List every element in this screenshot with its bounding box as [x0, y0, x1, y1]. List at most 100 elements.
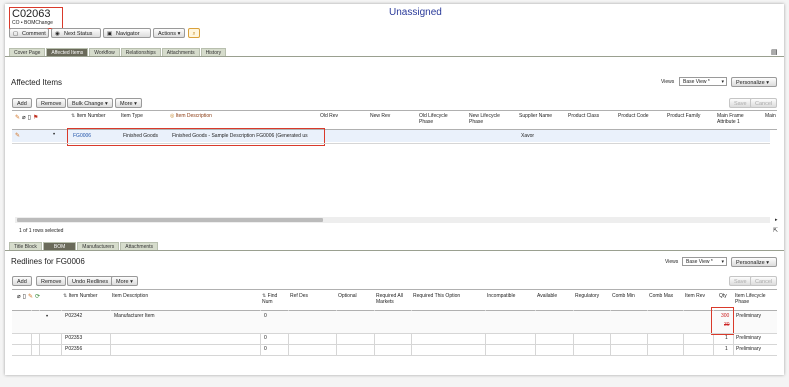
cancel-button-bottom[interactable]: Cancel: [750, 276, 778, 286]
app-window: C02063 CO • BOMChange Unassigned ▢ Comme…: [5, 4, 784, 375]
col-required-this-option[interactable]: Required This Option: [411, 292, 485, 300]
more-button[interactable]: More ▾: [115, 98, 142, 108]
flag-icon: ⚑: [32, 115, 41, 121]
search-button[interactable]: ⌕: [188, 28, 200, 38]
object-tabs: Cover Page Affected Items Workflow Relat…: [9, 48, 227, 57]
table-row[interactable]: [12, 334, 777, 344]
col-bom-item-number[interactable]: ⇅ Item Number: [61, 292, 111, 300]
item-description-cell: Finished Goods - Sample Description FG00…: [172, 133, 308, 139]
tab-divider: [5, 56, 784, 57]
save-button[interactable]: Save: [729, 98, 752, 108]
views-label: Views: [661, 79, 675, 85]
row-border: [12, 355, 777, 356]
col-optional[interactable]: Optional: [336, 292, 372, 300]
view-select[interactable]: Base View * ▾: [679, 77, 727, 86]
more-button-bottom[interactable]: More ▾: [111, 276, 138, 286]
qty-old-value: 30: [724, 322, 730, 328]
navigator-icon: ▣: [107, 31, 113, 37]
personalize-button[interactable]: Personalize ▾: [731, 77, 777, 87]
refresh-icon: ⟳: [34, 294, 42, 300]
col-required-all-markets[interactable]: Required All Markets: [374, 292, 412, 306]
personalize-button-bottom[interactable]: Personalize ▾: [731, 257, 777, 267]
bom-item-number[interactable]: P02342: [63, 313, 84, 320]
rows-selected-text: 1 of 1 rows selected: [19, 228, 64, 234]
col-new-rev[interactable]: New Rev: [368, 112, 414, 120]
chevron-down-icon: ▾: [721, 259, 724, 265]
chevron-down-icon: ▾: [721, 79, 724, 85]
undo-redlines-button[interactable]: Undo Redlines: [67, 276, 114, 286]
col-bom-item-description[interactable]: Item Description: [110, 292, 180, 300]
col-available[interactable]: Available: [535, 292, 571, 300]
bom-qty: 1: [725, 346, 728, 352]
item-number-link[interactable]: FG0006: [71, 133, 93, 140]
bom-item-description: Manufacturer Item: [114, 313, 155, 319]
chevron-down-icon: ▾: [134, 101, 137, 107]
col-item-lifecycle-phase[interactable]: Item Lifecycle Phase: [733, 292, 777, 306]
required-icon: ◎: [170, 113, 175, 119]
redlines-title: Redlines for FG0006: [11, 257, 85, 266]
chevron-down-icon: ▾: [130, 279, 133, 285]
col-item-number[interactable]: ⇅ Item Number: [69, 112, 117, 120]
col-supplier-name[interactable]: Supplier Name: [517, 112, 563, 120]
remove-button-bottom[interactable]: Remove: [36, 276, 67, 286]
row-border: [12, 143, 770, 144]
bom-header-icons: ⌀▯✎⟳: [17, 293, 42, 300]
comment-icon: ▢: [13, 31, 19, 37]
col-main[interactable]: Main: [763, 112, 777, 120]
horizontal-scrollbar[interactable]: [15, 217, 770, 223]
bom-qty: 1: [725, 335, 728, 341]
remove-button[interactable]: Remove: [36, 98, 67, 108]
scrollbar-thumb[interactable]: [17, 218, 323, 222]
bom-item-number[interactable]: P02353: [63, 335, 84, 342]
edit-icon: ✎: [27, 294, 35, 300]
col-old-rev[interactable]: Old Rev: [318, 112, 364, 120]
col-find-num[interactable]: ⇅ Find Num: [260, 292, 288, 306]
add-button-bottom[interactable]: Add: [12, 276, 32, 286]
table-row[interactable]: [12, 345, 777, 355]
supplier-name-cell: Xavor: [521, 133, 535, 139]
row-bullet: •: [46, 314, 49, 320]
object-id: C02063: [12, 8, 51, 20]
bom-lifecycle-phase: Preliminary: [736, 313, 762, 319]
next-status-icon: ◉: [55, 31, 60, 37]
col-product-family[interactable]: Product Family: [665, 112, 711, 120]
col-item-type[interactable]: Item Type: [119, 112, 165, 120]
chevron-down-icon: ▾: [766, 260, 770, 266]
col-item-rev[interactable]: Item Rev: [683, 292, 713, 300]
add-button[interactable]: Add: [12, 98, 32, 108]
view-select-bottom[interactable]: Base View * ▾: [682, 257, 727, 266]
chevron-down-icon: ▾: [177, 31, 181, 37]
comment-button[interactable]: ▢ Comment: [9, 28, 49, 38]
col-product-code[interactable]: Product Code: [616, 112, 662, 120]
col-regulatory[interactable]: Regulatory: [573, 292, 609, 300]
cancel-button[interactable]: Cancel: [750, 98, 778, 108]
bulk-change-button[interactable]: Bulk Change ▾: [67, 98, 113, 108]
navigator-button[interactable]: ▣ Navigator: [103, 28, 151, 38]
popout-icon[interactable]: ⇱: [773, 227, 778, 234]
col-product-class[interactable]: Product Class: [566, 112, 612, 120]
grid-top-border: [12, 110, 777, 111]
bom-lifecycle-phase: Preliminary: [736, 335, 762, 341]
layout-icon[interactable]: ▤: [771, 48, 778, 56]
chevron-down-icon: ▾: [105, 101, 108, 107]
scroll-right-arrow[interactable]: ▸: [775, 217, 778, 223]
col-item-description[interactable]: ◎ Item Description: [168, 112, 308, 120]
edit-icon: ✎: [15, 133, 21, 139]
status-title: Unassigned: [389, 7, 442, 18]
qty-new-value[interactable]: 300: [719, 313, 731, 320]
col-comb-min[interactable]: Comb Min: [610, 292, 646, 300]
col-new-lifecycle-phase[interactable]: New Lifecycle Phase: [467, 112, 513, 126]
item-type-cell: Finished Goods: [123, 133, 159, 139]
col-main-frame-attribute[interactable]: Main Frame Attribute 1: [715, 112, 761, 126]
bom-item-number[interactable]: P02356: [63, 346, 84, 353]
bom-find-num: 0: [264, 313, 267, 319]
col-ref-des[interactable]: Ref Des: [288, 292, 328, 300]
save-button-bottom[interactable]: Save: [729, 276, 752, 286]
col-incompatible[interactable]: Incompatible: [485, 292, 531, 300]
col-old-lifecycle-phase[interactable]: Old Lifecycle Phase: [417, 112, 463, 126]
edit-icon: ✎: [15, 115, 23, 121]
col-comb-max[interactable]: Comb Max: [647, 292, 683, 300]
views-label-bottom: Views: [665, 259, 679, 265]
actions-menu-button[interactable]: Actions ▾: [153, 28, 185, 38]
next-status-button[interactable]: ◉ Next Status: [51, 28, 101, 38]
